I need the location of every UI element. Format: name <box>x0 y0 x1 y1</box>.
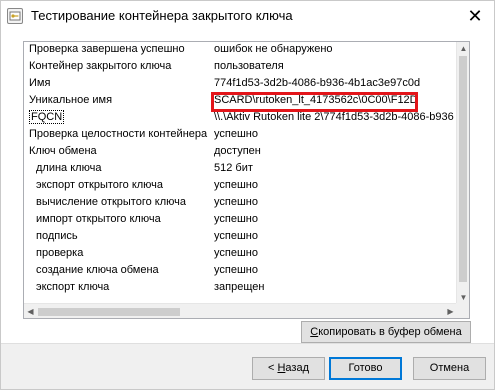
back-button[interactable]: < Назад <box>252 357 325 380</box>
horizontal-scrollbar[interactable]: ◀ ▶ <box>24 303 457 318</box>
row-value: успешно <box>214 196 258 208</box>
row-value: успешно <box>214 213 258 225</box>
horizontal-scroll-thumb[interactable] <box>38 308 180 316</box>
list-row[interactable]: экспорт ключа запрещен <box>24 280 457 297</box>
row-value: запрещен <box>214 281 265 293</box>
dialog-footer: < Назад Готово Отмена <box>1 343 494 389</box>
dialog-window: Тестирование контейнера закрытого ключа … <box>0 0 495 390</box>
results-list[interactable]: Проверка завершена успешно ошибок не обна… <box>23 41 470 319</box>
row-name: экспорт ключа <box>36 281 110 293</box>
row-name: Имя <box>29 77 51 89</box>
list-row[interactable]: Контейнер закрытого ключа пользователя <box>24 59 457 76</box>
row-name: Проверка целостности контейнера <box>29 128 208 140</box>
finish-button[interactable]: Готово <box>329 357 402 380</box>
row-name: FQCN <box>29 110 65 124</box>
row-name: вычисление открытого ключа <box>36 196 186 208</box>
list-row[interactable]: создание ключа обмена успешно <box>24 263 457 280</box>
fqcn-label: FQCN <box>29 110 65 124</box>
list-row[interactable]: Имя 774f1d53-3d2b-4086-b936-4b1ac3e97c0d <box>24 76 457 93</box>
row-name: подпись <box>36 230 78 242</box>
dialog-content: Проверка завершена успешно ошибок не обна… <box>1 31 494 343</box>
key-container-icon <box>7 8 23 24</box>
row-value: 512 бит <box>214 162 253 174</box>
row-name: проверка <box>36 247 84 259</box>
row-value: доступен <box>214 145 261 157</box>
list-row[interactable]: проверка успешно <box>24 246 457 263</box>
cancel-button[interactable]: Отмена <box>413 357 486 380</box>
row-name: Контейнер закрытого ключа <box>29 60 172 72</box>
list-row[interactable]: Проверка целостности контейнера успешно <box>24 127 457 144</box>
scroll-up-icon[interactable]: ▲ <box>457 42 469 55</box>
row-name: импорт открытого ключа <box>36 213 161 225</box>
results-rows: Проверка завершена успешно ошибок не обна… <box>24 42 457 304</box>
list-row[interactable]: подпись успешно <box>24 229 457 246</box>
list-row[interactable]: Проверка завершена успешно ошибок не обна… <box>24 42 457 59</box>
list-row[interactable]: FQCN \\.\Aktiv Rutoken lite 2\774f1d53-3d… <box>24 110 457 127</box>
copy-to-clipboard-button[interactable]: Скопировать в буфер обмена <box>301 321 471 343</box>
list-row[interactable]: экспорт открытого ключа успешно <box>24 178 457 195</box>
window-title: Тестирование контейнера закрытого ключа <box>31 8 293 23</box>
list-row[interactable]: импорт открытого ключа успешно <box>24 212 457 229</box>
row-name: Проверка завершена успешно <box>29 43 185 55</box>
row-value: 774f1d53-3d2b-4086-b936-4b1ac3e97c0d <box>214 77 421 89</box>
copy-button-label: копировать в буфер обмена <box>318 326 462 338</box>
row-value: успешно <box>214 128 258 140</box>
highlight-box <box>211 92 418 112</box>
list-row[interactable]: Ключ обмена доступен <box>24 144 457 161</box>
vertical-scrollbar[interactable]: ▲ ▼ <box>456 42 469 304</box>
scroll-left-icon[interactable]: ◀ <box>24 304 37 318</box>
title-bar[interactable]: Тестирование контейнера закрытого ключа … <box>1 1 494 31</box>
row-value: успешно <box>214 264 258 276</box>
row-name: длина ключа <box>36 162 102 174</box>
row-value: успешно <box>214 179 258 191</box>
list-row[interactable]: вычисление открытого ключа успешно <box>24 195 457 212</box>
row-value: \\.\Aktiv Rutoken lite 2\774f1d53-3d2b-4… <box>214 111 454 123</box>
row-value: пользователя <box>214 60 284 72</box>
scrollbar-corner <box>456 303 469 318</box>
close-button[interactable]: ✕ <box>462 3 488 29</box>
copy-button-hotkey: С <box>310 326 319 338</box>
row-name: Уникальное имя <box>29 94 113 106</box>
row-name: Ключ обмена <box>29 145 97 157</box>
vertical-scroll-thumb[interactable] <box>459 56 467 282</box>
back-button-label: азад <box>285 362 309 374</box>
row-name: создание ключа обмена <box>36 264 159 276</box>
row-value: успешно <box>214 247 258 259</box>
row-name: экспорт открытого ключа <box>36 179 164 191</box>
row-value: успешно <box>214 230 258 242</box>
row-value: ошибок не обнаружено <box>214 43 333 55</box>
list-row[interactable]: длина ключа 512 бит <box>24 161 457 178</box>
